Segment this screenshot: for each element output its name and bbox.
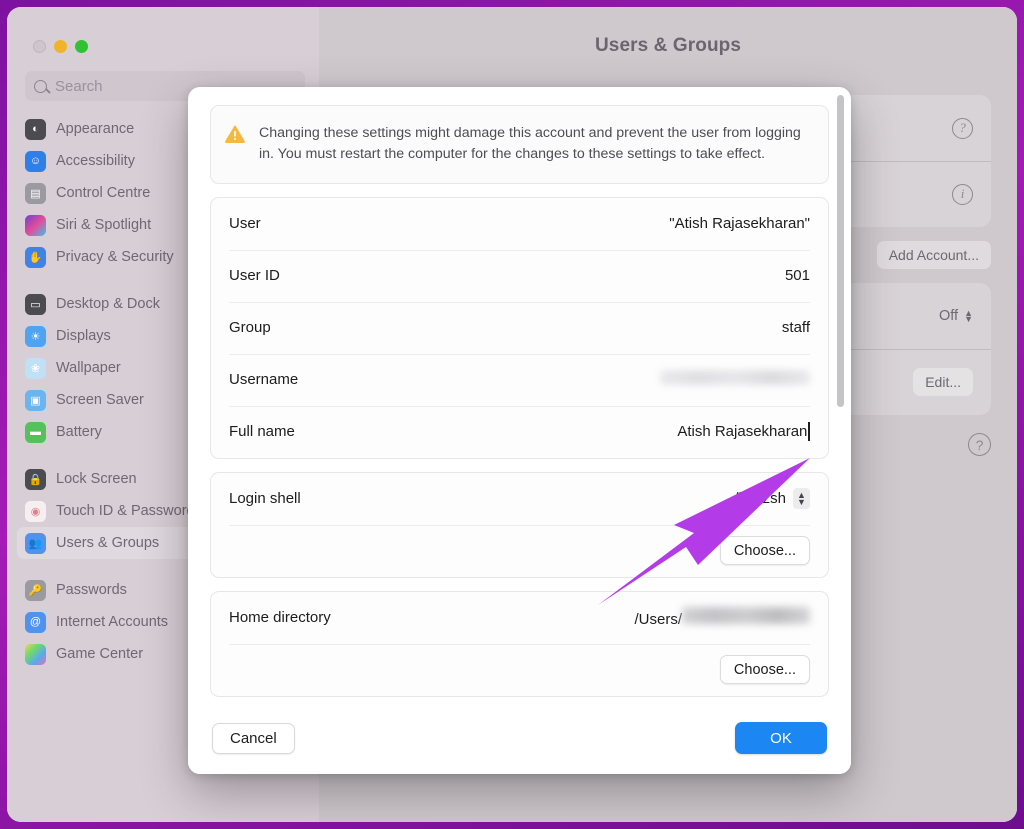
wallpaper-icon: ❀ <box>25 357 46 379</box>
sidebar-item-label: Touch ID & Password <box>56 503 195 519</box>
desktop-dock-icon: ▭ <box>25 293 46 315</box>
sidebar-item-label: Desktop & Dock <box>56 296 160 312</box>
screen: Search ◐ Appearance ☺ Accessibility ▤ Control… <box>7 7 1017 822</box>
sidebar-item-label: Displays <box>56 328 111 344</box>
login-shell-value: /bin/zsh <box>734 490 786 508</box>
login-shell-popup[interactable]: /bin/zsh ▲ ▼ <box>734 488 810 510</box>
home-directory-label: Home directory <box>229 609 331 627</box>
touch-id-icon: ◉ <box>25 500 46 522</box>
sidebar-item-label: Siri & Spotlight <box>56 217 152 233</box>
field-value: staff <box>781 319 810 337</box>
login-shell-choose-row: Choose... <box>211 524 828 577</box>
minimize-button[interactable] <box>54 39 67 53</box>
login-shell-panel: Login shell /bin/zsh ▲ ▼ Choose... <box>210 471 829 578</box>
sidebar-item-label: Screen Saver <box>56 392 144 408</box>
home-directory-row[interactable]: Home directory /Users/ <box>211 592 828 644</box>
users-groups-icon: 👥 <box>25 532 46 554</box>
add-account-button[interactable]: Add Account... <box>876 241 991 269</box>
sheet-scroll-area[interactable]: Changing these settings might damage thi… <box>188 87 851 702</box>
sidebar-item-label: Passwords <box>56 582 127 598</box>
sidebar-item-label: Battery <box>56 424 102 440</box>
field-value[interactable]: Atish Rajasekharan <box>677 422 810 442</box>
zoom-button[interactable] <box>75 39 88 53</box>
stepper-updown-icon[interactable]: ▲ ▼ <box>793 488 810 510</box>
field-row-group[interactable]: Group staff <box>211 301 828 354</box>
control-centre-icon: ▤ <box>25 182 46 204</box>
sheet-scrollbar[interactable] <box>837 95 844 407</box>
lock-screen-icon: 🔒 <box>25 468 46 490</box>
warning-panel: Changing these settings might damage thi… <box>210 105 829 184</box>
choose-home-directory-button[interactable]: Choose... <box>719 655 810 685</box>
sidebar-item-label: Privacy & Security <box>56 249 174 265</box>
field-label: Username <box>229 371 299 389</box>
search-icon <box>34 79 47 93</box>
home-directory-prefix: /Users/ <box>634 611 682 629</box>
stepper-updown-icon: ▲ ▼ <box>964 308 973 324</box>
field-value: 501 <box>784 267 810 285</box>
home-directory-choose-row: Choose... <box>211 643 828 696</box>
detail-header: Users & Groups <box>319 7 1017 95</box>
help-button[interactable]: ? <box>968 433 991 456</box>
advanced-options-sheet: Changing these settings might damage thi… <box>188 87 851 774</box>
user-fields-panel: User "Atish Rajasekharan" User ID 501 Group s… <box>210 196 829 459</box>
sidebar-item-label: Internet Accounts <box>56 614 169 630</box>
field-label: Full name <box>229 423 295 441</box>
battery-icon: ▬ <box>25 421 46 443</box>
screenshot-purple-frame: Search ◐ Appearance ☺ Accessibility ▤ Control… <box>0 0 1024 829</box>
home-directory-redacted <box>682 607 810 625</box>
sheet-footer: Cancel OK <box>188 702 851 774</box>
sidebar-item-label: Users & Groups <box>56 535 160 551</box>
field-row-username[interactable]: Username <box>211 353 828 406</box>
close-button[interactable] <box>33 39 46 53</box>
game-center-icon <box>25 643 46 665</box>
field-label: User ID <box>229 267 280 285</box>
field-row-full-name[interactable]: Full name Atish Rajasekharan <box>211 405 828 458</box>
field-label: Group <box>229 319 271 337</box>
screen-saver-icon: ▣ <box>25 389 46 411</box>
search-placeholder: Search <box>55 77 103 95</box>
info-circle-icon[interactable]: ? <box>952 117 973 139</box>
home-directory-value: /Users/ <box>634 607 810 628</box>
cancel-button[interactable]: Cancel <box>212 722 295 754</box>
text-caret <box>808 422 810 442</box>
field-row-user[interactable]: User "Atish Rajasekharan" <box>211 198 828 250</box>
page-title: Users & Groups <box>594 35 742 56</box>
internet-accounts-icon: @ <box>25 611 46 633</box>
privacy-security-icon: ✋ <box>25 246 46 268</box>
info-circle-icon[interactable]: i <box>952 183 973 205</box>
window-traffic-lights <box>7 15 319 59</box>
sidebar-item-label: Game Center <box>56 646 144 662</box>
automatic-login-value: Off <box>939 308 959 324</box>
appearance-icon: ◐ <box>25 118 46 140</box>
field-row-user-id[interactable]: User ID 501 <box>211 249 828 302</box>
edit-button[interactable]: Edit... <box>913 368 973 396</box>
ok-button[interactable]: OK <box>735 722 827 754</box>
field-label: User <box>229 215 261 233</box>
sidebar-item-label: Control Centre <box>56 185 151 201</box>
home-directory-panel: Home directory /Users/ Choose... <box>210 590 829 697</box>
accessibility-icon: ☺ <box>25 150 46 172</box>
sidebar-item-label: Appearance <box>56 121 135 137</box>
displays-icon: ☀ <box>25 325 46 347</box>
sidebar-item-label: Wallpaper <box>56 360 121 376</box>
choose-login-shell-button[interactable]: Choose... <box>719 536 810 566</box>
login-shell-label: Login shell <box>229 490 301 508</box>
warning-text: Changing these settings might damage thi… <box>259 125 801 162</box>
siri-spotlight-icon <box>25 214 46 236</box>
login-shell-row[interactable]: Login shell /bin/zsh ▲ ▼ <box>211 473 828 525</box>
automatic-login-popup[interactable]: Off ▲ ▼ <box>939 308 973 324</box>
passwords-icon: 🔑 <box>25 579 46 601</box>
field-value[interactable] <box>660 370 810 389</box>
sidebar-item-label: Lock Screen <box>56 471 137 487</box>
warning-triangle-icon <box>225 125 245 143</box>
field-value: "Atish Rajasekharan" <box>669 215 810 233</box>
redacted-value <box>660 370 810 386</box>
sidebar-item-label: Accessibility <box>56 153 135 169</box>
field-value-text: Atish Rajasekharan <box>677 423 808 441</box>
